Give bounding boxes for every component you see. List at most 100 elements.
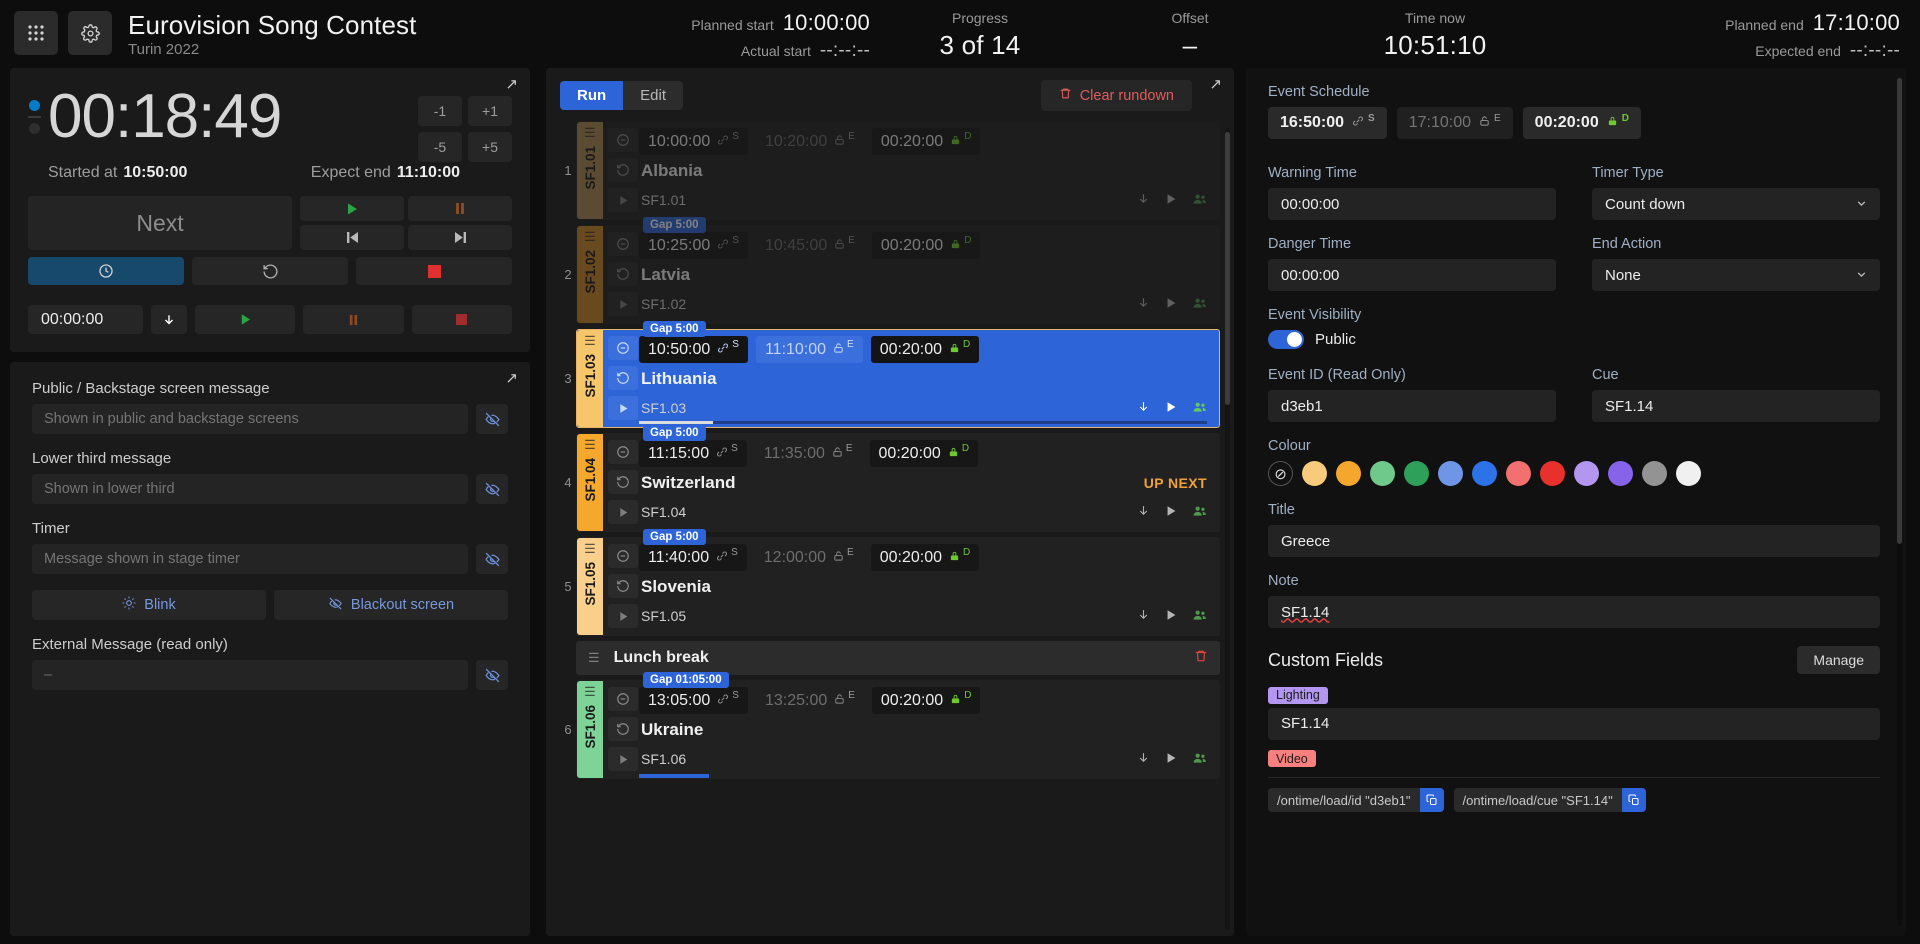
stage-timer-input[interactable] bbox=[32, 544, 468, 574]
rundown-row[interactable]: 4 Gap 5:00 ☰ SF1.04 bbox=[560, 433, 1220, 532]
editor-scrollbar[interactable] bbox=[1897, 78, 1902, 926]
timer-type-select[interactable]: Count down bbox=[1592, 188, 1880, 220]
rundown-row[interactable]: 1 ☰ SF1.01 bbox=[560, 121, 1220, 220]
aux-pause-button[interactable] bbox=[303, 305, 403, 334]
skip-event-icon[interactable] bbox=[608, 544, 638, 568]
rundown-list[interactable]: 1 ☰ SF1.01 bbox=[546, 121, 1234, 936]
lower-third-eye-off-icon[interactable] bbox=[476, 474, 508, 504]
public-event-icon[interactable] bbox=[1193, 296, 1207, 312]
event-colour-bar[interactable]: ☰ SF1.05 bbox=[577, 538, 603, 635]
aux-timer-value[interactable]: 00:00:00 bbox=[28, 305, 143, 334]
colour-swatch-light-orange[interactable] bbox=[1302, 461, 1327, 486]
aux-play-button[interactable] bbox=[195, 305, 295, 334]
colour-swatch-green[interactable] bbox=[1404, 461, 1429, 486]
colour-swatch-orange[interactable] bbox=[1336, 461, 1361, 486]
event-duration-cell[interactable]: 00:20:00 D bbox=[870, 440, 979, 467]
custom-field-input[interactable]: SF1.14 bbox=[1268, 708, 1880, 740]
drag-handle-icon[interactable]: ☰ bbox=[584, 687, 596, 697]
editor-end-cell[interactable]: 17:10:00 E bbox=[1397, 107, 1513, 139]
drag-handle-icon[interactable]: ☰ bbox=[584, 544, 596, 554]
title-input[interactable]: Greece bbox=[1268, 525, 1880, 557]
colour-swatch-light-red[interactable] bbox=[1506, 461, 1531, 486]
start-event-icon[interactable] bbox=[608, 292, 638, 316]
stop-button[interactable] bbox=[356, 257, 512, 285]
start-event-icon[interactable] bbox=[608, 396, 638, 420]
event-colour-bar[interactable]: ☰ SF1.04 bbox=[577, 434, 603, 531]
tab-edit[interactable]: Edit bbox=[623, 81, 683, 110]
public-message-input[interactable] bbox=[32, 404, 468, 434]
play-event-icon[interactable] bbox=[1166, 751, 1177, 767]
colour-swatch-light-green[interactable] bbox=[1370, 461, 1395, 486]
event-start-cell[interactable]: 10:50:00 S bbox=[639, 336, 748, 363]
skip-event-icon[interactable] bbox=[608, 440, 638, 464]
gear-icon[interactable] bbox=[68, 11, 112, 55]
next-cue-button[interactable] bbox=[408, 225, 512, 250]
drag-handle-icon[interactable]: ☰ bbox=[588, 650, 600, 666]
start-event-icon[interactable] bbox=[608, 188, 638, 212]
event-colour-bar[interactable]: ☰ SF1.01 bbox=[577, 122, 603, 219]
editor-duration-cell[interactable]: 00:20:00 D bbox=[1523, 107, 1641, 139]
reload-event-icon[interactable] bbox=[608, 262, 638, 286]
play-event-icon[interactable] bbox=[1166, 296, 1177, 312]
event-start-cell[interactable]: 13:05:00 S bbox=[639, 687, 748, 714]
event-colour-bar[interactable]: ☰ SF1.03 bbox=[577, 330, 603, 427]
reload-event-icon[interactable] bbox=[608, 158, 638, 182]
colour-swatch-red[interactable] bbox=[1540, 461, 1565, 486]
warning-time-input[interactable]: 00:00:00 bbox=[1268, 188, 1556, 220]
event-start-cell[interactable]: 11:40:00 S bbox=[639, 544, 747, 571]
public-event-icon[interactable] bbox=[1193, 751, 1207, 767]
start-event-icon[interactable] bbox=[608, 604, 638, 628]
editor-start-cell[interactable]: 16:50:00 S bbox=[1268, 107, 1387, 139]
cue-input[interactable]: SF1.14 bbox=[1592, 390, 1880, 422]
public-event-icon[interactable] bbox=[1193, 192, 1207, 208]
play-event-icon[interactable] bbox=[1166, 504, 1177, 520]
nudge-plus-1-button[interactable]: +1 bbox=[468, 96, 512, 126]
event-start-cell[interactable]: 11:15:00 S bbox=[639, 440, 747, 467]
reload-event-icon[interactable] bbox=[608, 470, 638, 494]
blackout-screen-button[interactable]: Blackout screen bbox=[274, 590, 508, 620]
colour-none-icon[interactable]: ⊘ bbox=[1268, 461, 1293, 486]
expand-messages-icon[interactable]: ↗ bbox=[505, 371, 518, 386]
event-duration-cell[interactable]: 00:20:00 D bbox=[871, 544, 980, 571]
note-input[interactable]: SF1.14 bbox=[1268, 596, 1880, 628]
nudge-minus-5-button[interactable]: -5 bbox=[418, 132, 462, 162]
end-action-select[interactable]: None bbox=[1592, 259, 1880, 291]
load-event-icon[interactable] bbox=[1137, 296, 1150, 312]
event-end-cell[interactable]: 10:20:00 E bbox=[756, 128, 864, 155]
public-message-eye-off-icon[interactable] bbox=[476, 404, 508, 434]
aux-stop-button[interactable] bbox=[412, 305, 512, 334]
reload-event-icon[interactable] bbox=[608, 717, 638, 741]
play-button[interactable] bbox=[300, 196, 404, 221]
event-end-cell[interactable]: 11:35:00 E bbox=[755, 440, 862, 467]
colour-swatch-white[interactable] bbox=[1676, 461, 1701, 486]
copy-icon[interactable] bbox=[1622, 788, 1646, 812]
event-end-cell[interactable]: 10:45:00 E bbox=[756, 232, 864, 259]
event-colour-bar[interactable]: ☰ SF1.02 bbox=[577, 226, 603, 323]
event-colour-bar[interactable]: ☰ SF1.06 bbox=[577, 681, 603, 778]
event-duration-cell[interactable]: 00:20:00 D bbox=[871, 336, 980, 363]
reload-button[interactable] bbox=[192, 257, 348, 285]
play-event-icon[interactable] bbox=[1166, 608, 1177, 624]
colour-swatch-blue[interactable] bbox=[1472, 461, 1497, 486]
skip-event-icon[interactable] bbox=[608, 687, 638, 711]
public-visibility-toggle[interactable] bbox=[1268, 330, 1304, 349]
clear-rundown-button[interactable]: Clear rundown bbox=[1041, 80, 1192, 111]
load-event-icon[interactable] bbox=[1137, 192, 1150, 208]
event-card[interactable]: ☰ SF1.01 10:00:00 bbox=[576, 121, 1220, 220]
external-message-eye-off-icon[interactable] bbox=[476, 660, 508, 690]
drag-handle-icon[interactable]: ☰ bbox=[584, 128, 596, 138]
manage-custom-fields-button[interactable]: Manage bbox=[1797, 646, 1880, 674]
public-event-icon[interactable] bbox=[1193, 504, 1207, 520]
event-end-cell[interactable]: 12:00:00 E bbox=[755, 544, 863, 571]
drag-handle-icon[interactable]: ☰ bbox=[584, 336, 596, 346]
lower-third-input[interactable] bbox=[32, 474, 468, 504]
event-end-cell[interactable]: 13:25:00 E bbox=[756, 687, 864, 714]
delete-block-icon[interactable] bbox=[1194, 649, 1208, 668]
skip-event-icon[interactable] bbox=[608, 336, 638, 360]
event-card[interactable]: Gap 01:05:00 ☰ SF1.06 bbox=[576, 680, 1220, 779]
event-card[interactable]: Gap 5:00 ☰ SF1.05 bbox=[576, 537, 1220, 636]
play-event-icon[interactable] bbox=[1166, 400, 1177, 416]
load-event-icon[interactable] bbox=[1137, 504, 1150, 520]
expand-playback-icon[interactable]: ↗ bbox=[505, 77, 518, 92]
event-card[interactable]: Gap 5:00 ☰ SF1.03 bbox=[576, 329, 1220, 428]
